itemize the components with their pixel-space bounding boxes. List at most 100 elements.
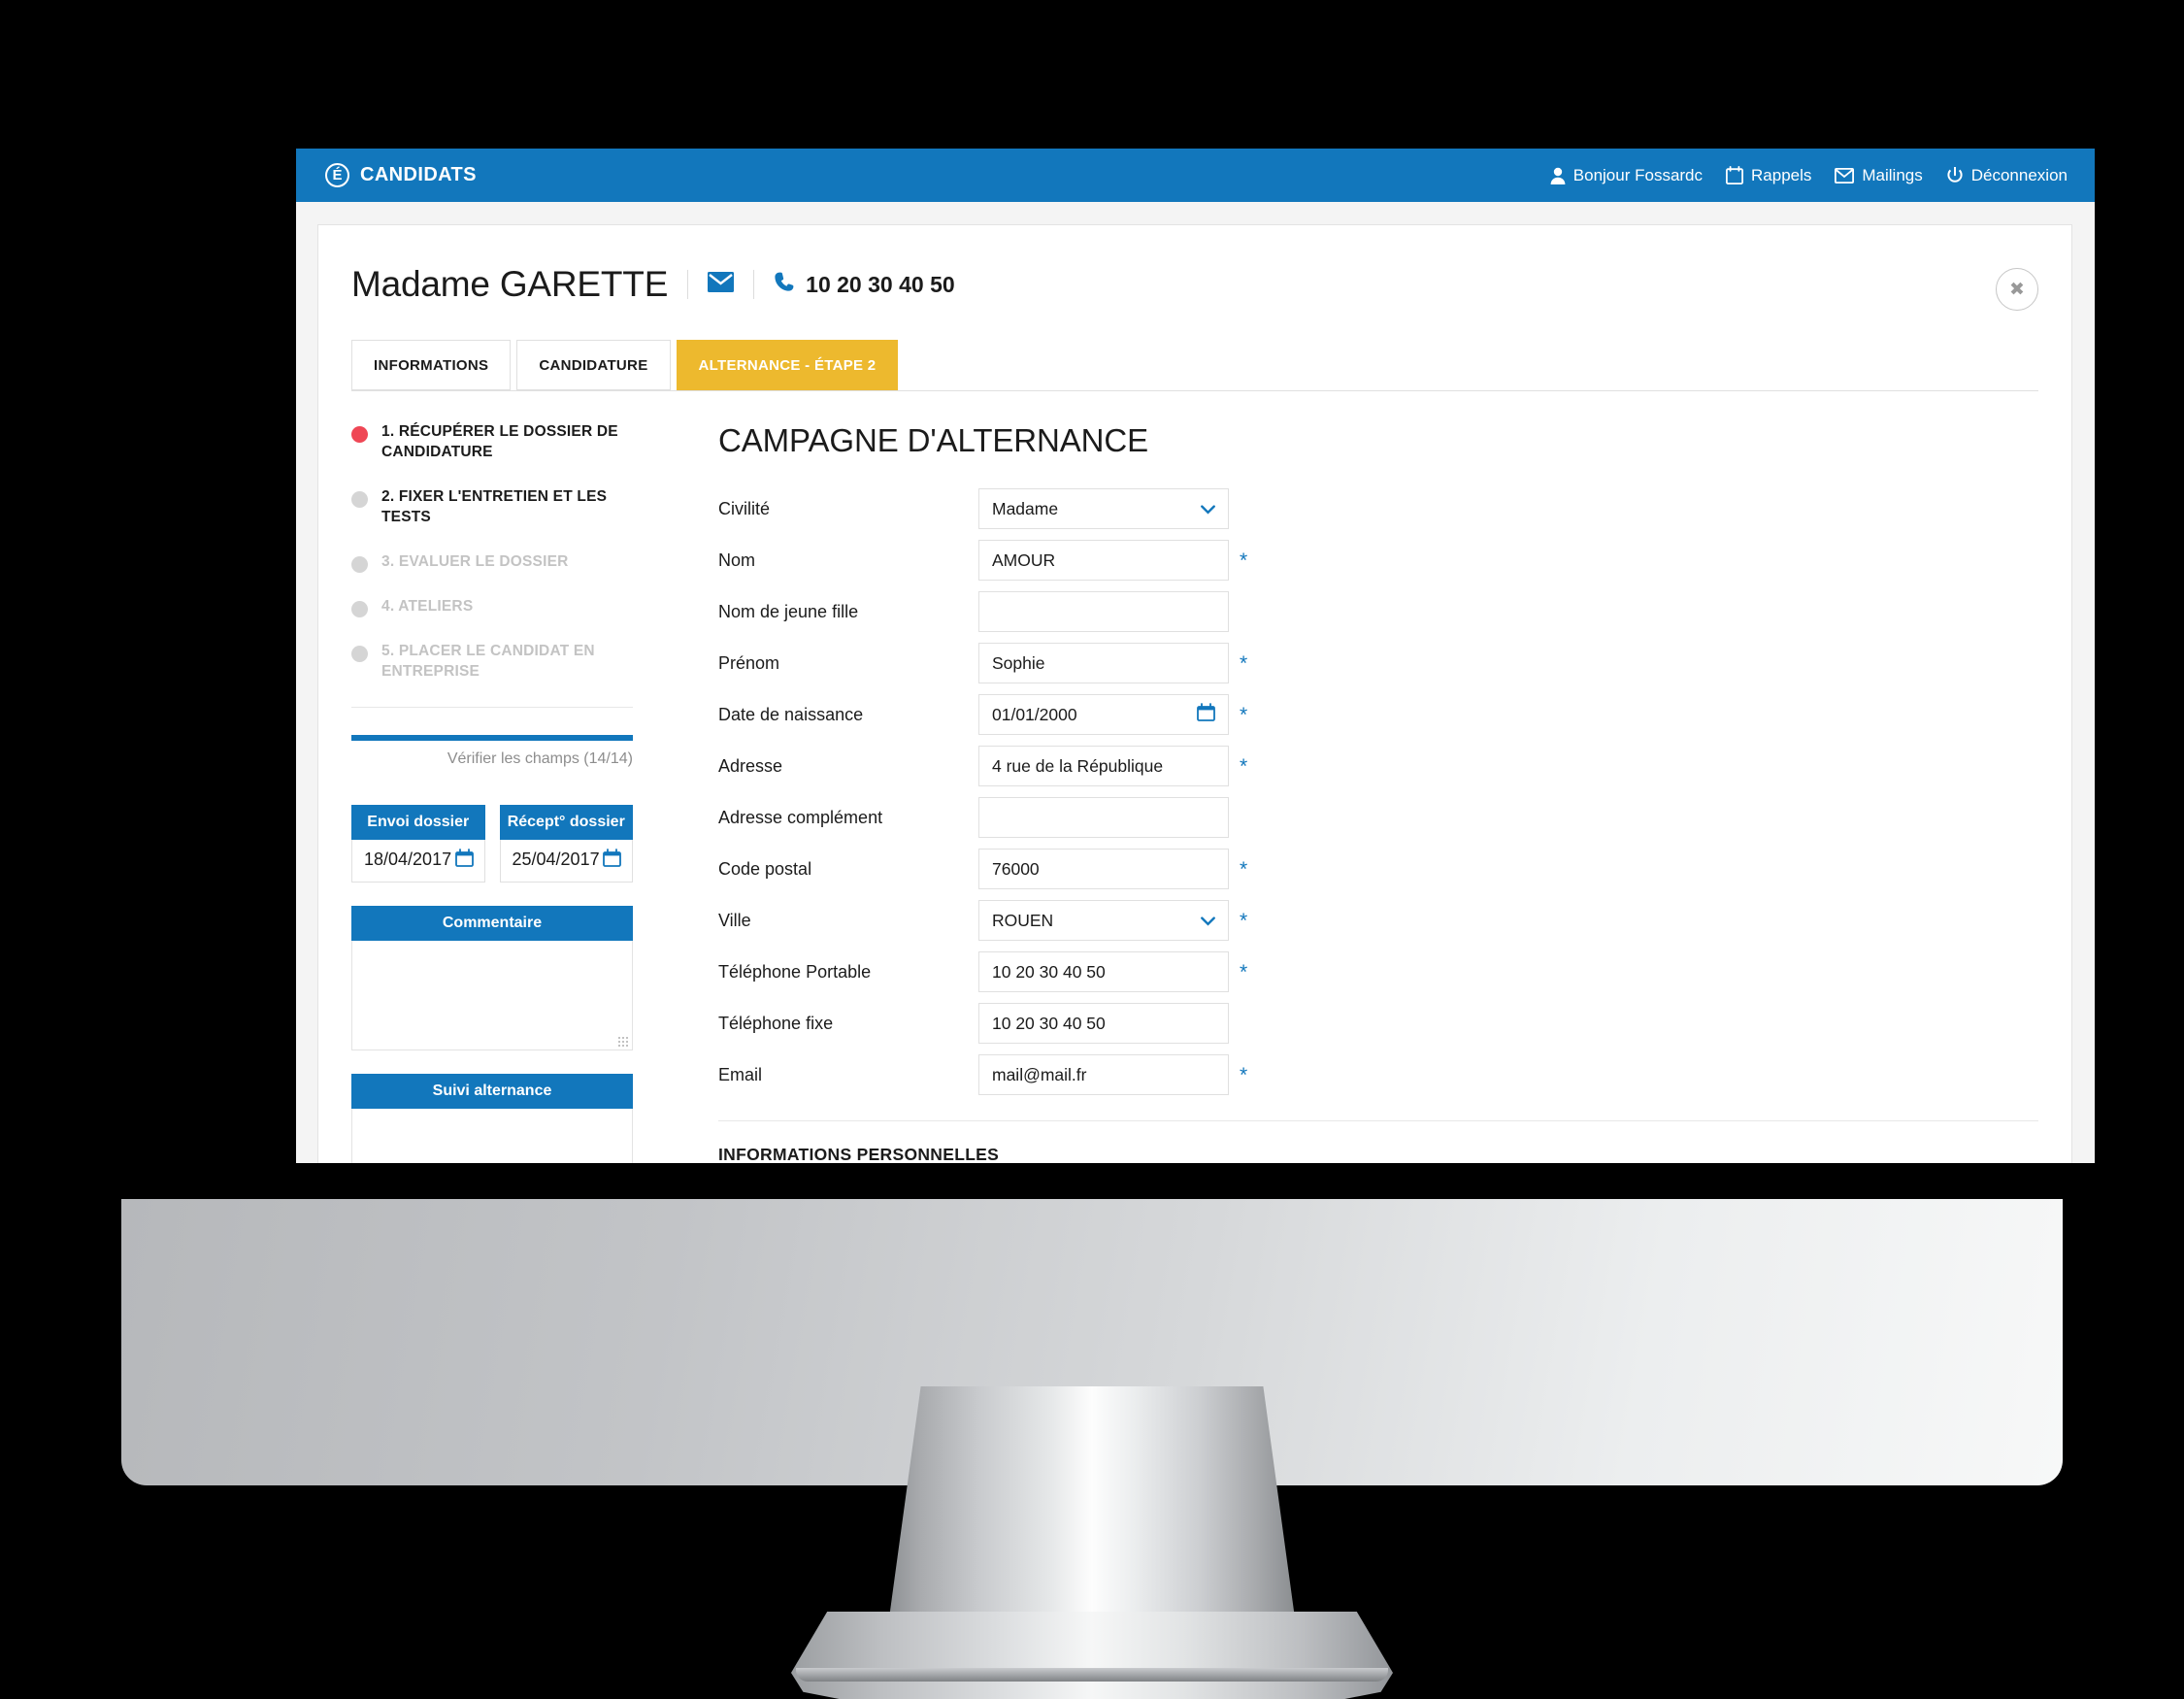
calendar-icon[interactable] <box>454 848 474 872</box>
field-label: Nom de jeune fille <box>718 601 859 621</box>
input-email[interactable]: mail@mail.fr <box>978 1054 1229 1095</box>
field-value: Sophie <box>992 652 1045 673</box>
campaign-form: CAMPAGNE D'ALTERNANCE Civilité Madame * <box>660 422 2038 1163</box>
date-input-recept-dossier[interactable]: 25/04/2017 <box>499 839 633 883</box>
section-title-informations-personnelles: INFORMATIONS PERSONNELLES <box>718 1145 1000 1163</box>
topnav-item-greeting[interactable]: Bonjour Fossardc <box>1550 166 1703 185</box>
field-label: Email <box>718 1064 763 1084</box>
field-value: ROUEN <box>992 910 1054 930</box>
date-input-envoi-dossier[interactable]: 18/04/2017 <box>351 839 485 883</box>
field-value: 10 20 30 40 50 <box>992 961 1106 982</box>
form-row-ville: Ville ROUEN * <box>718 900 2038 941</box>
monitor-bezel: É CANDIDATS Bonjour Fossardc Rappels Mai… <box>107 29 2095 1163</box>
sidebar-step-2[interactable]: 2. FIXER L'ENTRETIEN ET LES TESTS <box>351 487 633 528</box>
close-icon[interactable]: ✖ <box>1996 268 2038 311</box>
calendar-icon[interactable] <box>603 848 621 872</box>
required-marker: * <box>1240 549 1248 572</box>
form-title: CAMPAGNE D'ALTERNANCE <box>718 422 1149 458</box>
input-nom[interactable]: AMOUR <box>978 540 1229 581</box>
input-nom-jeune-fille[interactable] <box>978 591 1229 632</box>
date-value: 18/04/2017 <box>364 850 452 870</box>
field-label: Prénom <box>718 652 780 673</box>
required-marker: * <box>1240 909 1248 932</box>
topnav-item-logout[interactable]: Déconnexion <box>1946 166 2068 185</box>
date-block-title: Récept° dossier <box>499 804 633 840</box>
input-prenom[interactable]: Sophie <box>978 643 1229 683</box>
input-date-naissance[interactable]: 01/01/2000 <box>978 694 1229 735</box>
tab-candidature[interactable]: CANDIDATURE <box>516 340 671 390</box>
tab-informations[interactable]: INFORMATIONS <box>351 340 512 390</box>
form-row-nom: Nom AMOUR * <box>718 540 2038 581</box>
select-civilite[interactable]: Madame <box>978 488 1229 529</box>
date-block-envoi-dossier: Envoi dossier 18/04/2017 <box>351 804 485 883</box>
field-value: 76000 <box>992 858 1040 879</box>
tab-bar: INFORMATIONS CANDIDATURE ALTERNANCE - ÉT… <box>351 340 2038 390</box>
step-status-dot <box>351 490 368 508</box>
input-telephone-portable[interactable]: 10 20 30 40 50 <box>978 951 1229 992</box>
topnav-label-mailings: Mailings <box>1862 165 1923 184</box>
input-adresse[interactable]: 4 rue de la République <box>978 746 1229 786</box>
form-row-civilite: Civilité Madame * <box>718 488 2038 529</box>
form-row-adresse: Adresse 4 rue de la République * <box>718 746 2038 786</box>
step-status-dot <box>351 600 368 617</box>
topnav-label-rappels: Rappels <box>1751 165 1812 184</box>
progress-caption: Vérifier les champs (14/14) <box>447 750 633 767</box>
sidebar-step-label: 1. RÉCUPÉRER LE DOSSIER DE CANDIDATURE <box>381 423 618 460</box>
card-body: 1. RÉCUPÉRER LE DOSSIER DE CANDIDATURE 2… <box>351 391 2038 1163</box>
dossier-dates: Envoi dossier 18/04/2017 Récept° dossier <box>351 804 633 883</box>
calendar-icon[interactable] <box>1197 703 1215 726</box>
progress-fill <box>351 734 633 741</box>
sidebar-step-5[interactable]: 5. PLACER LE CANDIDAT EN ENTREPRISE <box>351 642 633 683</box>
suivi-alternance-textarea[interactable] <box>351 1108 633 1163</box>
select-ville[interactable]: ROUEN <box>978 900 1229 941</box>
topnav-item-mailings[interactable]: Mailings <box>1835 165 1923 185</box>
page-scroll-gutter[interactable] <box>2075 224 2095 1163</box>
divider <box>687 270 689 299</box>
app-brand-name: CANDIDATS <box>360 164 477 185</box>
envelope-icon[interactable] <box>708 272 735 297</box>
input-adresse-complement[interactable] <box>978 797 1229 838</box>
field-label: Adresse complément <box>718 807 883 827</box>
input-code-postal[interactable]: 76000 <box>978 849 1229 889</box>
title-row: Madame GARETTE 10 20 30 40 50 <box>351 264 1996 305</box>
field-value: 10 20 30 40 50 <box>992 1013 1106 1033</box>
field-label: Ville <box>718 910 751 930</box>
field-value: 01/01/2000 <box>992 704 1077 724</box>
resize-handle-icon[interactable] <box>617 1035 628 1047</box>
date-value: 25/04/2017 <box>512 850 600 870</box>
field-value: 4 rue de la République <box>992 755 1164 776</box>
sidebar-step-label: 2. FIXER L'ENTRETIEN ET LES TESTS <box>381 487 608 525</box>
panel-title: Commentaire <box>351 905 633 941</box>
panel-commentaire: Commentaire <box>351 905 633 1050</box>
sidebar-step-3[interactable]: 3. EVALUER LE DOSSIER <box>351 552 633 573</box>
required-marker: * <box>1240 754 1248 778</box>
field-value: Madame <box>992 498 1059 518</box>
form-row-prenom: Prénom Sophie * <box>718 643 2038 683</box>
card-header: Madame GARETTE 10 20 30 40 50 ✖ <box>351 225 2038 311</box>
chevron-down-icon <box>1201 911 1215 931</box>
form-row-nom-jeune-fille: Nom de jeune fille * <box>718 591 2038 632</box>
topnav: Bonjour Fossardc Rappels Mailings Déconn… <box>1550 166 2068 185</box>
tab-alternance-etape-2[interactable]: ALTERNANCE - ÉTAPE 2 <box>676 340 899 390</box>
phone-icon <box>774 271 795 298</box>
power-icon <box>1946 166 1964 184</box>
contact-phone[interactable]: 10 20 30 40 50 <box>774 271 955 298</box>
sidebar-step-label: 5. PLACER LE CANDIDAT EN ENTREPRISE <box>381 642 595 680</box>
form-row-telephone-fixe: Téléphone fixe 10 20 30 40 50 * <box>718 1003 2038 1044</box>
sidebar-step-4[interactable]: 4. ATELIERS <box>351 597 633 617</box>
step-status-dot <box>351 426 368 443</box>
field-value: AMOUR <box>992 550 1056 570</box>
section-divider <box>718 1120 2038 1121</box>
sidebar-step-1[interactable]: 1. RÉCUPÉRER LE DOSSIER DE CANDIDATURE <box>351 422 633 463</box>
panel-suivi-alternance: Suivi alternance <box>351 1073 633 1163</box>
input-telephone-fixe[interactable]: 10 20 30 40 50 <box>978 1003 1229 1044</box>
field-label: Date de naissance <box>718 704 864 724</box>
required-marker: * <box>1240 1063 1248 1086</box>
contact-phone-number: 10 20 30 40 50 <box>806 271 955 297</box>
brand-logo-group[interactable]: É CANDIDATS <box>325 163 477 187</box>
commentaire-textarea[interactable] <box>351 940 633 1050</box>
required-marker: * <box>1240 857 1248 881</box>
topnav-item-rappels[interactable]: Rappels <box>1726 166 1811 185</box>
field-label: Civilité <box>718 498 771 518</box>
app-topbar: É CANDIDATS Bonjour Fossardc Rappels Mai… <box>296 149 2095 202</box>
